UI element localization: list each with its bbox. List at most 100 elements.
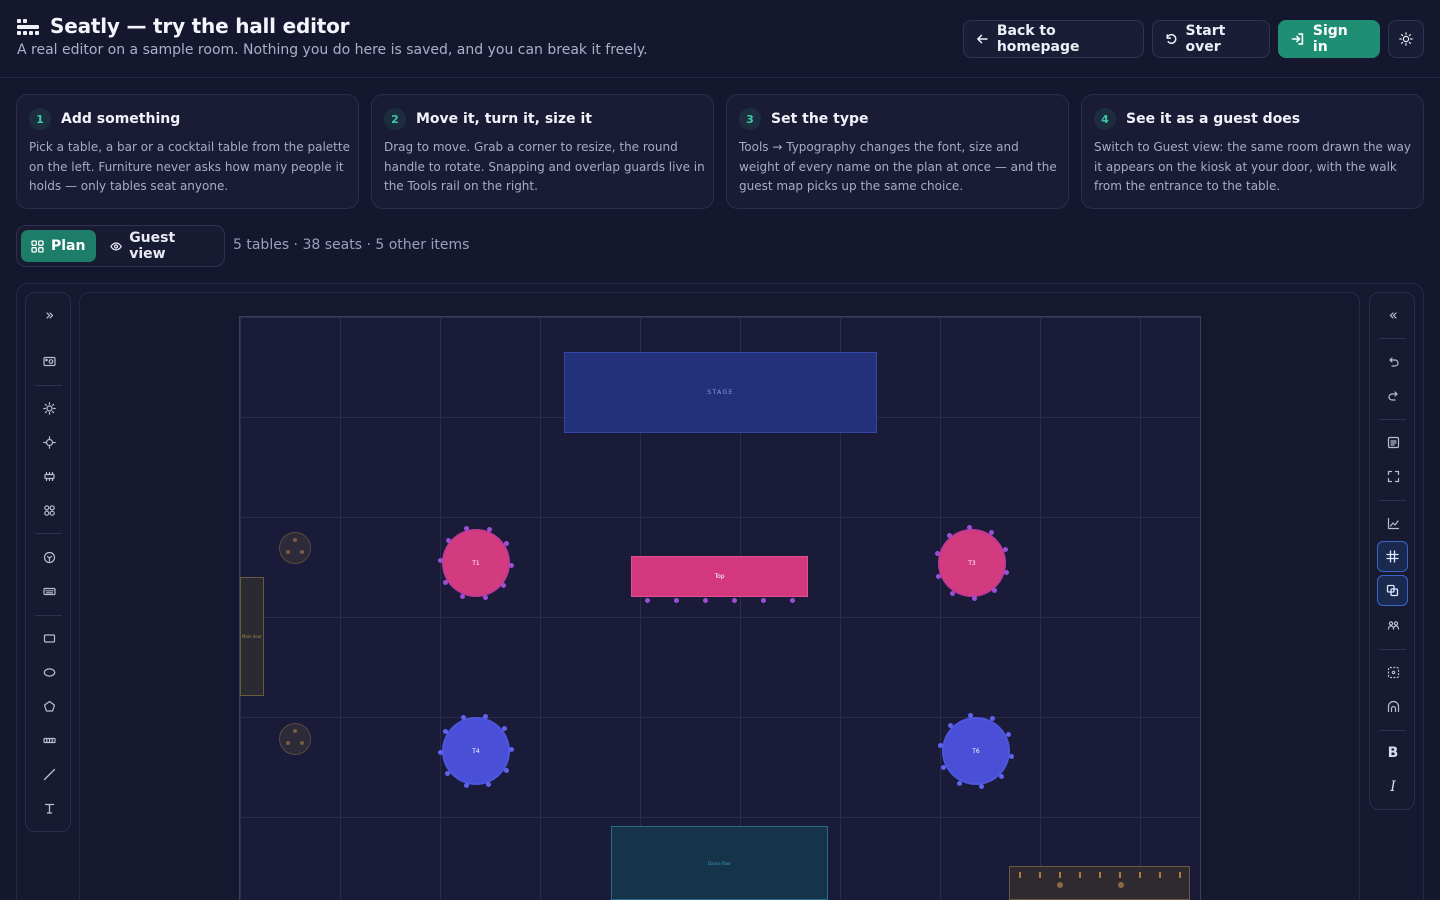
- table-label: T3: [968, 559, 976, 567]
- main-door[interactable]: Main door: [240, 577, 264, 696]
- seat-marker[interactable]: [503, 541, 509, 547]
- undo-icon[interactable]: [1381, 349, 1405, 373]
- select-icon[interactable]: [1381, 660, 1405, 684]
- table-t6[interactable]: T6: [944, 719, 1008, 783]
- fullscreen-icon[interactable]: [1381, 464, 1405, 488]
- seat-marker[interactable]: [482, 595, 488, 601]
- list-icon[interactable]: [1381, 430, 1405, 454]
- camera-icon[interactable]: [37, 349, 61, 373]
- step-title: Set the type: [771, 111, 869, 127]
- theme-toggle-button[interactable]: [1388, 20, 1424, 58]
- seat-marker[interactable]: [946, 532, 952, 538]
- smile-icon[interactable]: [37, 545, 61, 569]
- step-number: 4: [1094, 108, 1116, 130]
- collapse-icon[interactable]: [1381, 303, 1405, 327]
- start-over-label: Start over: [1185, 23, 1226, 55]
- banquet-icon[interactable]: [37, 464, 61, 488]
- strip-icon[interactable]: [37, 728, 61, 752]
- sign-in-icon: [1291, 33, 1304, 45]
- rail-divider: [35, 385, 62, 386]
- step-title: Move it, turn it, size it: [416, 111, 592, 127]
- bar-counter[interactable]: [1009, 866, 1190, 900]
- rail-divider: [1379, 500, 1406, 501]
- rail-divider: [35, 615, 62, 616]
- seat-marker[interactable]: [760, 597, 766, 603]
- seat-marker[interactable]: [445, 537, 451, 543]
- snap-grid-icon[interactable]: [1377, 541, 1408, 572]
- step-body: Pick a table, a bar or a cocktail table …: [29, 140, 350, 193]
- app-title: Seatly — try the hall editor: [50, 14, 350, 38]
- seat-marker[interactable]: [702, 597, 708, 603]
- step-title: See it as a guest does: [1126, 111, 1301, 127]
- step-card-2: 2 Move it, turn it, size it Drag to move…: [371, 94, 714, 209]
- rectangle-icon[interactable]: [37, 626, 61, 650]
- seat-marker[interactable]: [789, 597, 795, 603]
- italic-button[interactable]: I: [1381, 775, 1405, 799]
- ellipse-icon[interactable]: [37, 660, 61, 684]
- table-label: T4: [472, 747, 480, 755]
- seat-marker[interactable]: [501, 726, 507, 732]
- seat-marker[interactable]: [1005, 732, 1011, 738]
- arch-icon[interactable]: [1381, 694, 1405, 718]
- cocktail-table[interactable]: [279, 532, 311, 564]
- line-icon[interactable]: [37, 762, 61, 786]
- back-label: Back to homepage: [996, 23, 1080, 55]
- seat-marker[interactable]: [935, 573, 941, 579]
- table-t4[interactable]: T4: [444, 719, 508, 783]
- seat-marker[interactable]: [967, 712, 973, 718]
- seat-marker[interactable]: [998, 773, 1004, 779]
- sign-in-label: Sign in: [1312, 23, 1348, 55]
- main-door-label: Main door: [242, 634, 262, 639]
- overlap-icon[interactable]: [1377, 575, 1408, 606]
- grid-icon[interactable]: [37, 498, 61, 522]
- plan-summary: 5 tables · 38 seats · 5 other items: [233, 237, 470, 253]
- logo-icon: [17, 19, 39, 35]
- rail-divider: [1379, 419, 1406, 420]
- cocktail-table[interactable]: [279, 723, 311, 755]
- plan-mode-button[interactable]: Plan: [21, 230, 96, 262]
- step-number: 2: [384, 108, 406, 130]
- seat-marker[interactable]: [644, 597, 650, 603]
- rail-divider: [1379, 730, 1406, 731]
- back-to-homepage-button[interactable]: Back to homepage: [963, 20, 1144, 58]
- sun-icon[interactable]: [37, 396, 61, 420]
- tools-rail: B I: [1369, 292, 1415, 810]
- pentagon-icon[interactable]: [37, 694, 61, 718]
- redo-icon[interactable]: [1381, 383, 1405, 407]
- plan-label: Plan: [51, 238, 86, 254]
- table-t3[interactable]: T3: [940, 531, 1004, 595]
- step-card-4: 4 See it as a guest does Switch to Guest…: [1081, 94, 1424, 209]
- seat-marker[interactable]: [483, 713, 489, 719]
- step-number: 3: [739, 108, 761, 130]
- seat-marker[interactable]: [486, 526, 492, 532]
- text-icon[interactable]: [37, 796, 61, 820]
- palette-rail: [25, 292, 71, 832]
- group-icon[interactable]: [1381, 613, 1405, 637]
- seat-marker[interactable]: [950, 590, 956, 596]
- seat-marker[interactable]: [937, 742, 943, 748]
- seat-marker[interactable]: [1004, 569, 1010, 575]
- seat-marker[interactable]: [503, 768, 509, 774]
- chart-icon[interactable]: [1381, 511, 1405, 535]
- table-t1[interactable]: T1: [444, 531, 508, 595]
- guest-view-button[interactable]: Guest view: [100, 230, 221, 262]
- expand-icon[interactable]: [37, 303, 61, 327]
- bold-button[interactable]: B: [1381, 741, 1405, 765]
- stage[interactable]: STAGE: [564, 352, 877, 433]
- stage-label: STAGE: [707, 389, 734, 396]
- table-label: T1: [472, 559, 480, 567]
- start-over-button[interactable]: Start over: [1152, 20, 1270, 58]
- seat-marker[interactable]: [460, 714, 466, 720]
- step-body: Switch to Guest view: the same room draw…: [1094, 140, 1412, 193]
- rail-divider: [1379, 649, 1406, 650]
- seat-marker[interactable]: [673, 597, 679, 603]
- seat-marker[interactable]: [957, 780, 963, 786]
- table-top[interactable]: Top: [631, 556, 808, 597]
- crosshair-icon[interactable]: [37, 430, 61, 454]
- seat-marker[interactable]: [437, 750, 443, 756]
- sign-in-button[interactable]: Sign in: [1278, 20, 1380, 58]
- dance-floor[interactable]: Dance floor: [611, 826, 828, 900]
- seat-marker[interactable]: [731, 597, 737, 603]
- step-number: 1: [29, 108, 51, 130]
- keyboard-icon[interactable]: [37, 579, 61, 603]
